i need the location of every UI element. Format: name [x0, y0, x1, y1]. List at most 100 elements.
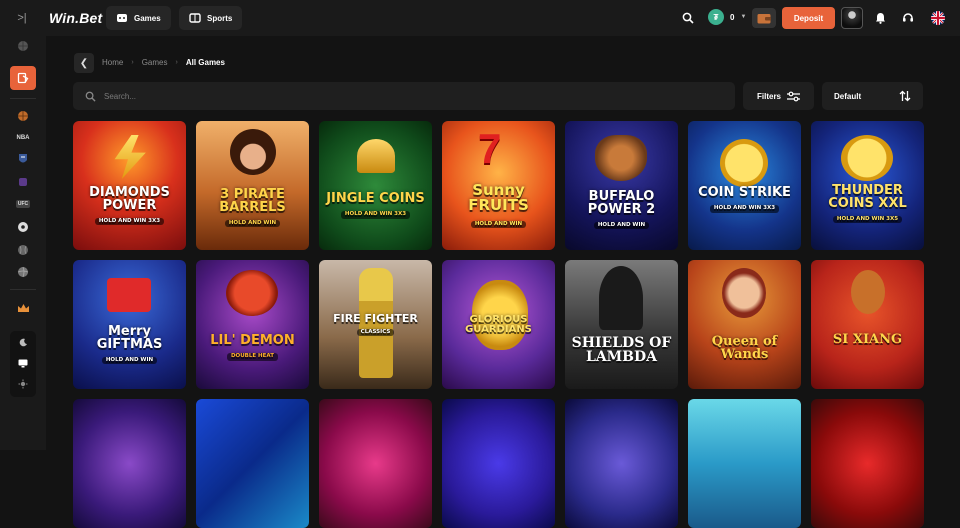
game-title: SHIELDS OF LAMBDA [571, 334, 672, 365]
filters-label: Filters [757, 91, 782, 101]
avatar[interactable] [841, 7, 863, 29]
game-title: SI XIANG [832, 332, 903, 347]
sidebar-esports-icon[interactable] [10, 172, 36, 192]
game-tile[interactable] [319, 399, 432, 528]
game-title: Sunny FRUITS [468, 180, 529, 214]
game-tile[interactable] [73, 399, 186, 528]
nav-sports-label: Sports [207, 13, 233, 23]
search-icon [85, 91, 96, 102]
sidebar: NBA UFC [0, 36, 46, 450]
game-title: THUNDER COINS XXL [828, 182, 907, 211]
game-subtitle: HOLD AND WIN 3X3 [709, 205, 780, 213]
bell-icon[interactable] [871, 9, 889, 27]
back-button[interactable]: ❮ [74, 53, 94, 73]
sliders-icon [787, 91, 800, 101]
monitor-icon[interactable] [17, 357, 29, 369]
nav-games-button[interactable]: Games [106, 6, 171, 30]
logo[interactable]: Win.Bet [49, 10, 102, 26]
game-subtitle: HOLD AND WIN [224, 219, 281, 228]
game-title: DIAMONDS POWER [89, 184, 170, 213]
game-tile[interactable]: Queen of Wands [688, 260, 801, 389]
breadcrumb-games[interactable]: Games [142, 58, 168, 67]
sun-icon[interactable] [17, 378, 29, 390]
game-title: FIRE FIGHTER [333, 311, 418, 325]
game-tile[interactable]: COIN STRIKE HOLD AND WIN 3X3 [688, 121, 801, 250]
game-title: 3 PIRATE BARRELS [219, 186, 286, 215]
game-tile[interactable] [688, 399, 801, 528]
game-tile[interactable]: JINGLE COINS HOLD AND WIN 3X3 [319, 121, 432, 250]
game-subtitle: CLASSICS [356, 328, 395, 337]
game-tile[interactable]: 7 Sunny FRUITS HOLD AND WIN [442, 121, 555, 250]
bell-icon [357, 139, 395, 173]
sidebar-ufc-icon[interactable]: UFC [10, 194, 36, 214]
nav-sports-button[interactable]: Sports [179, 6, 243, 30]
sidebar-soccer-icon[interactable] [10, 217, 36, 237]
queen-icon [722, 268, 766, 318]
uk-flag-icon[interactable] [931, 11, 945, 25]
game-tile[interactable]: DIAMONDS POWER HOLD AND WIN 3X3 [73, 121, 186, 250]
sidebar-volleyball-icon[interactable] [10, 262, 36, 282]
game-title: LIL' DEMON [210, 333, 295, 349]
support-headset-icon[interactable] [899, 9, 917, 27]
balance-amount: 0 [730, 12, 735, 22]
sort-arrows-icon [899, 90, 911, 102]
sidebar-collapse-icon[interactable]: >| [12, 8, 32, 28]
moon-icon[interactable] [17, 336, 29, 348]
game-tile[interactable]: SHIELDS OF LAMBDA [565, 260, 678, 389]
breadcrumb-home[interactable]: Home [102, 58, 123, 67]
deposit-button[interactable]: Deposit [782, 7, 835, 29]
sort-select[interactable]: Default [822, 82, 923, 110]
game-tile[interactable] [811, 399, 924, 528]
sidebar-nba-icon[interactable]: NBA [10, 128, 36, 148]
game-tile[interactable]: 3 PIRATE BARRELS HOLD AND WIN [196, 121, 309, 250]
wallet-icon [757, 13, 771, 23]
sidebar-nfl-icon[interactable] [10, 149, 36, 169]
balance-selector[interactable]: ₮ 0 ▼ [708, 9, 746, 25]
game-title: JINGLE COINS [326, 191, 425, 207]
game-tile[interactable]: GLORIOUS GUARDIANS [442, 260, 555, 389]
theme-switcher [10, 331, 36, 397]
filters-button[interactable]: Filters [743, 82, 814, 110]
coin-icon [841, 135, 893, 181]
sort-label: Default [834, 91, 862, 101]
search-icon[interactable] [679, 9, 697, 27]
seven-icon: 7 [478, 125, 502, 172]
game-tile[interactable]: FIRE FIGHTER CLASSICS [319, 260, 432, 389]
game-tile[interactable] [196, 399, 309, 528]
sidebar-divider [10, 289, 36, 290]
phoenix-icon [851, 270, 885, 314]
breadcrumb: Home › Games › All Games [102, 58, 225, 67]
main-content: ❮ Home › Games › All Games Filters Defau… [46, 36, 960, 528]
nav-games-label: Games [134, 13, 161, 23]
gift-icon [107, 278, 151, 312]
game-tile[interactable]: LIL' DEMON DOUBLE HEAT [196, 260, 309, 389]
breadcrumb-separator: › [131, 59, 134, 66]
game-tile[interactable] [442, 399, 555, 528]
coin-icon [720, 139, 768, 187]
sidebar-basketball-icon[interactable] [10, 36, 36, 56]
sidebar-casino-button[interactable] [10, 66, 36, 90]
chevron-down-icon: ▼ [740, 14, 747, 20]
sidebar-vip-crown-icon[interactable] [10, 298, 36, 318]
sidebar-basketball-icon[interactable] [10, 106, 36, 126]
game-subtitle: HOLD AND WIN 3X3 [94, 217, 165, 226]
game-tile[interactable]: BUFFALO POWER 2 HOLD AND WIN [565, 121, 678, 250]
search-bar [73, 82, 735, 110]
wallet-button[interactable] [752, 8, 776, 28]
tether-coin-icon: ₮ [708, 9, 724, 25]
game-subtitle: HOLD AND WIN [101, 356, 158, 365]
game-subtitle: HOLD AND WIN 3X3 [340, 211, 411, 219]
game-tile[interactable] [565, 399, 678, 528]
sidebar-baseball-icon[interactable] [10, 240, 36, 260]
game-tile[interactable]: Merry GIFTMAS HOLD AND WIN [73, 260, 186, 389]
game-subtitle: HOLD AND WIN [470, 220, 527, 229]
game-title: Merry GIFTMAS [96, 323, 163, 352]
casino-icon [17, 72, 29, 84]
game-tile[interactable]: SI XIANG [811, 260, 924, 389]
sports-icon [189, 13, 201, 23]
breadcrumb-separator: › [175, 59, 178, 66]
game-tile[interactable]: THUNDER COINS XXL HOLD AND WIN 3X5 [811, 121, 924, 250]
game-subtitle: HOLD AND WIN 3X5 [832, 215, 903, 224]
chevron-left-icon: ❮ [79, 57, 89, 69]
search-input[interactable] [104, 91, 704, 101]
